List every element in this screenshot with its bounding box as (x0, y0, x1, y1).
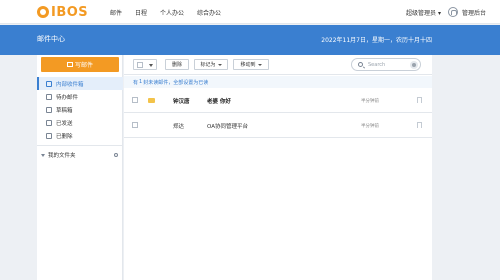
sidebar-item-label: 已删除 (56, 133, 73, 140)
mail-toolbar: 删除 标记为 移动到 (124, 55, 432, 75)
sidebar-item-label: 待办邮件 (56, 94, 79, 101)
chevron-down-icon (257, 63, 262, 66)
mail-checkbox[interactable] (132, 122, 138, 128)
folder-list: 内部收件箱 待办邮件 草稿箱 已发送 已删除 我的文件夹 (37, 77, 123, 161)
top-navbar: IBOS 邮件 日程 个人办公 综合办公 超级管理员 ▾ 管理后台 (0, 0, 500, 24)
nav-item-calendar[interactable]: 日程 (135, 8, 147, 17)
mail-list-panel: 删除 标记为 移动到 有 1 封未读邮件， 全部设置为已读 钟汉唐 老婆 你好 … (124, 55, 432, 280)
send-icon (46, 119, 52, 126)
mail-checkbox[interactable] (132, 97, 138, 103)
sidebar-item-todo[interactable]: 待办邮件 (37, 90, 123, 103)
my-folders-toggle[interactable]: 我的文件夹 (37, 149, 123, 161)
admin-link[interactable]: 管理后台 (462, 8, 486, 17)
mail-row[interactable]: 郑达 OA协同管理平台 半分钟前 (124, 114, 432, 138)
sidebar-item-label: 已发送 (56, 120, 73, 127)
mail-sender: 郑达 (173, 124, 185, 130)
sidebar-item-drafts[interactable]: 草稿箱 (37, 103, 123, 116)
compose-label: 写邮件 (74, 62, 93, 69)
sidebar-item-inbox[interactable]: 内部收件箱 (37, 77, 123, 90)
delete-label: 删除 (171, 62, 182, 68)
logo[interactable]: IBOS (37, 4, 88, 20)
delete-button[interactable]: 删除 (165, 59, 189, 70)
notice-prefix: 有 (133, 79, 139, 86)
bookmark-icon[interactable] (417, 122, 422, 128)
mail-subject[interactable]: 老婆 你好 (207, 97, 231, 105)
main-nav: 邮件 日程 个人办公 综合办公 (110, 0, 234, 24)
mark-all-read-link[interactable]: 全部设置为已读 (173, 79, 208, 86)
mail-time: 半分钟前 (361, 124, 379, 129)
sidebar-item-label: 内部收件箱 (56, 81, 84, 88)
compose-button[interactable]: 写邮件 (41, 57, 119, 72)
mail-sender: 钟汉唐 (173, 99, 190, 105)
search-input[interactable] (368, 61, 404, 69)
mark-as-label: 标记为 (200, 62, 216, 68)
sidebar-item-sent[interactable]: 已发送 (37, 116, 123, 129)
move-to-label: 移动到 (240, 62, 256, 68)
nav-item-mail[interactable]: 邮件 (110, 8, 122, 17)
advanced-search-icon[interactable] (410, 61, 418, 69)
nav-item-general-office[interactable]: 综合办公 (197, 8, 221, 17)
unread-count: 1 (139, 79, 143, 85)
user-area: 超级管理员 ▾ 管理后台 (406, 0, 486, 24)
notice-middle: 封未读邮件， (143, 79, 174, 86)
notification-bell-icon[interactable] (447, 7, 458, 17)
mail-time: 半分钟前 (361, 99, 379, 104)
user-name: 超级管理员 (406, 9, 437, 17)
bookmark-icon (46, 93, 52, 100)
gear-icon[interactable] (114, 153, 118, 157)
draft-icon (46, 106, 52, 113)
unread-envelope-icon (148, 98, 155, 103)
right-gutter (432, 55, 500, 280)
inbox-icon (46, 80, 52, 87)
select-all-dropdown[interactable] (133, 59, 157, 70)
select-all-checkbox[interactable] (137, 62, 143, 68)
page-title: 邮件中心 (37, 35, 65, 43)
mail-sidebar: 写邮件 内部收件箱 待办邮件 草稿箱 已发送 已删除 我的文件夹 (37, 55, 123, 280)
sidebar-item-label: 草稿箱 (56, 107, 73, 114)
search-box (351, 58, 421, 71)
page-banner: 邮件中心 2022年11月7日，星期一，农历十月十四 (0, 25, 500, 55)
mail-row[interactable]: 钟汉唐 老婆 你好 半分钟前 (124, 89, 432, 113)
search-icon (358, 62, 363, 67)
date-display: 2022年11月7日，星期一，农历十月十四 (321, 37, 432, 44)
nav-item-personal-office[interactable]: 个人办公 (160, 8, 184, 17)
bookmark-icon[interactable] (417, 97, 422, 103)
trash-icon (46, 132, 52, 139)
user-menu[interactable]: 超级管理员 ▾ (406, 8, 441, 17)
move-to-dropdown[interactable]: 移动到 (233, 59, 269, 70)
compose-icon (66, 62, 73, 67)
chevron-down-icon (217, 63, 222, 66)
mail-subject[interactable]: OA协同管理平台 (207, 122, 248, 130)
mark-as-dropdown[interactable]: 标记为 (194, 59, 228, 70)
logo-mark-icon (37, 6, 49, 18)
sidebar-divider (37, 145, 123, 146)
sidebar-item-deleted[interactable]: 已删除 (37, 129, 123, 142)
my-folders-label: 我的文件夹 (48, 153, 76, 159)
caret-down-icon (41, 153, 45, 157)
logo-text: IBOS (51, 4, 89, 20)
unread-notice: 有 1 封未读邮件， 全部设置为已读 (124, 76, 432, 88)
chevron-down-icon (149, 64, 153, 67)
